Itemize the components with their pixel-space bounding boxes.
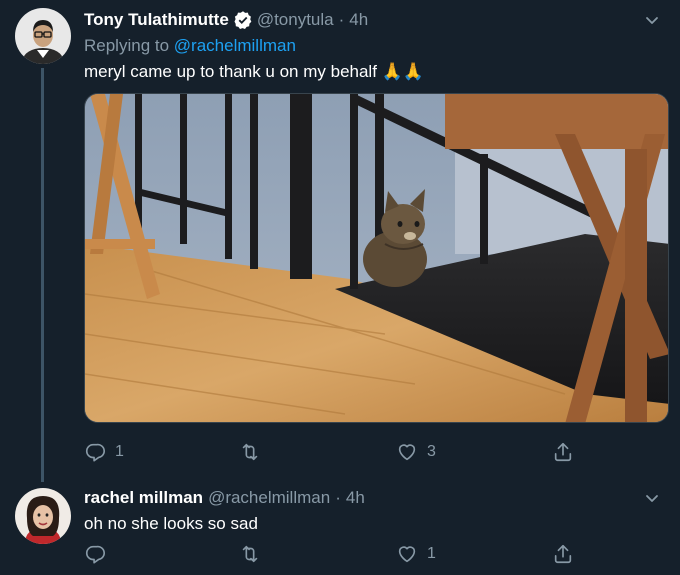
like-icon [398,444,416,461]
tweet-timestamp[interactable]: 4h [346,488,365,508]
retweet-icon [242,443,258,461]
author-handle[interactable]: @tonytula [257,10,334,30]
tweet-text: meryl came up to thank u on my behalf 🙏🙏 [84,62,424,81]
author-avatar[interactable] [15,488,71,544]
tweet-header: rachel millman @rachelmillman · 4h [84,488,365,508]
like-button[interactable]: 1 [396,543,436,565]
reply-button[interactable] [84,543,115,565]
like-count: 3 [427,443,436,460]
replying-to-label: Replying to [84,36,170,55]
tweet-actions: 1 3 [84,441,584,465]
chevron-down-icon[interactable] [644,12,660,28]
tweet-timestamp[interactable]: 4h [349,10,368,30]
replying-to-line: Replying to @rachelmillman [84,36,296,56]
retweet-button[interactable] [239,543,270,565]
tweet-actions: 1 [84,543,584,567]
retweet-icon [242,545,258,563]
tweet-photo[interactable] [84,93,669,423]
reply-button[interactable]: 1 [84,441,124,463]
like-count: 1 [427,545,436,562]
tweet-reply[interactable]: rachel millman @rachelmillman · 4h oh no… [0,480,680,575]
author-handle[interactable]: @rachelmillman [208,488,330,508]
reply-icon [85,545,105,564]
share-icon [554,544,572,564]
verified-badge-icon [233,10,253,30]
share-icon [554,442,572,462]
separator-dot: · [338,10,345,29]
author-avatar[interactable] [15,8,71,64]
reply-icon [85,443,105,462]
tweet-main[interactable]: Tony Tulathimutte @tonytula · 4h Replyin… [0,0,680,482]
thread-connector-line [41,68,44,482]
replying-to-mention[interactable]: @rachelmillman [174,36,296,55]
separator-dot: · [335,488,341,507]
share-button[interactable] [552,543,574,565]
author-name[interactable]: rachel millman [84,488,203,508]
retweet-button[interactable] [239,441,270,463]
chevron-down-icon[interactable] [644,490,660,506]
author-name[interactable]: Tony Tulathimutte [84,10,229,30]
tweet-header: Tony Tulathimutte @tonytula · 4h [84,10,368,30]
tweet-text: oh no she looks so sad [84,514,258,533]
like-button[interactable]: 3 [396,441,436,463]
share-button[interactable] [552,441,574,463]
reply-count: 1 [115,443,124,460]
like-icon [398,546,416,563]
